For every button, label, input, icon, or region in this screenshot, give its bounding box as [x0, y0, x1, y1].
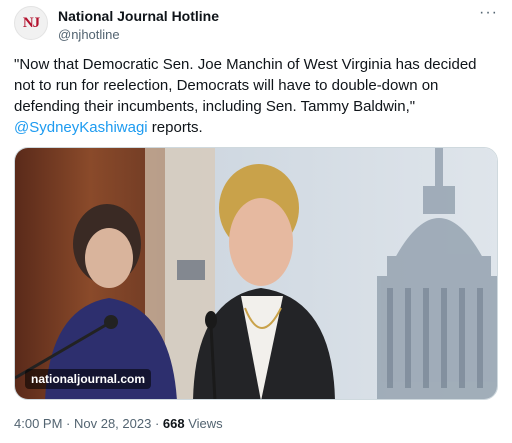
tweet-text: "Now that Democratic Sen. Joe Manchin of…: [14, 54, 500, 138]
avatar[interactable]: NJ: [14, 6, 48, 40]
views-label: Views: [184, 416, 223, 431]
views-count: 668: [162, 416, 185, 431]
avatar-logo-text: NJ: [22, 14, 40, 31]
tweet-date[interactable]: Nov 28, 2023: [74, 416, 151, 431]
tweet-body-suffix: reports.: [147, 119, 203, 136]
photo-illustration: [15, 148, 497, 399]
mention-link[interactable]: @SydneyKashiwagi: [14, 119, 148, 136]
meta-separator: ·: [151, 416, 163, 431]
display-name[interactable]: National Journal Hotline: [58, 8, 219, 24]
tweet-time[interactable]: 4:00 PM: [14, 416, 62, 431]
media-source-label: nationaljournal.com: [25, 369, 152, 389]
tweet-card: NJ National Journal Hotline @njhotline ·…: [0, 0, 512, 443]
tweet-metadata: 4:00 PM · Nov 28, 2023 · 668 Views: [14, 416, 223, 431]
more-options-button[interactable]: ···: [479, 4, 498, 22]
tweet-media-image[interactable]: nationaljournal.com: [14, 147, 498, 400]
user-handle[interactable]: @njhotline: [58, 27, 120, 42]
tweet-body-text: "Now that Democratic Sen. Joe Manchin of…: [14, 56, 477, 115]
meta-separator: ·: [62, 416, 74, 431]
